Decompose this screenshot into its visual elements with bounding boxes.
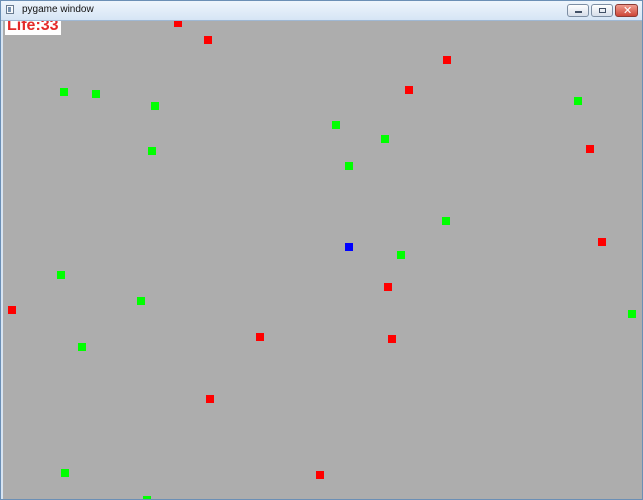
- titlebar: pygame window ✕: [1, 1, 642, 21]
- red-square: [405, 86, 413, 94]
- green-square: [92, 90, 100, 98]
- green-square: [60, 88, 68, 96]
- red-square: [384, 283, 392, 291]
- green-square: [345, 162, 353, 170]
- close-icon: ✕: [623, 4, 633, 17]
- red-square: [598, 238, 606, 246]
- red-square: [174, 21, 182, 27]
- red-square: [316, 471, 324, 479]
- green-square: [57, 271, 65, 279]
- green-square: [78, 343, 86, 351]
- red-square: [586, 145, 594, 153]
- red-square: [443, 56, 451, 64]
- green-square: [628, 310, 636, 318]
- green-square: [442, 217, 450, 225]
- window-title: pygame window: [22, 4, 94, 15]
- maximize-icon: [599, 8, 606, 13]
- close-button[interactable]: ✕: [615, 4, 638, 17]
- green-square: [151, 102, 159, 110]
- life-counter: Life:33: [5, 21, 61, 35]
- green-square: [332, 121, 340, 129]
- red-square: [206, 395, 214, 403]
- game-area[interactable]: Life:33: [3, 21, 642, 499]
- green-square: [148, 147, 156, 155]
- red-square: [256, 333, 264, 341]
- green-square: [143, 496, 151, 499]
- minimize-icon: [575, 11, 582, 13]
- player-square: [345, 243, 353, 251]
- green-square: [397, 251, 405, 259]
- red-square: [204, 36, 212, 44]
- maximize-button[interactable]: [591, 4, 613, 17]
- green-square: [61, 469, 69, 477]
- red-square: [388, 335, 396, 343]
- minimize-button[interactable]: [567, 4, 589, 17]
- green-square: [381, 135, 389, 143]
- window-controls: ✕: [567, 4, 638, 17]
- red-square: [8, 306, 16, 314]
- app-icon: [6, 5, 14, 14]
- green-square: [137, 297, 145, 305]
- green-square: [574, 97, 582, 105]
- pygame-window: pygame window ✕ Life:33: [0, 0, 643, 500]
